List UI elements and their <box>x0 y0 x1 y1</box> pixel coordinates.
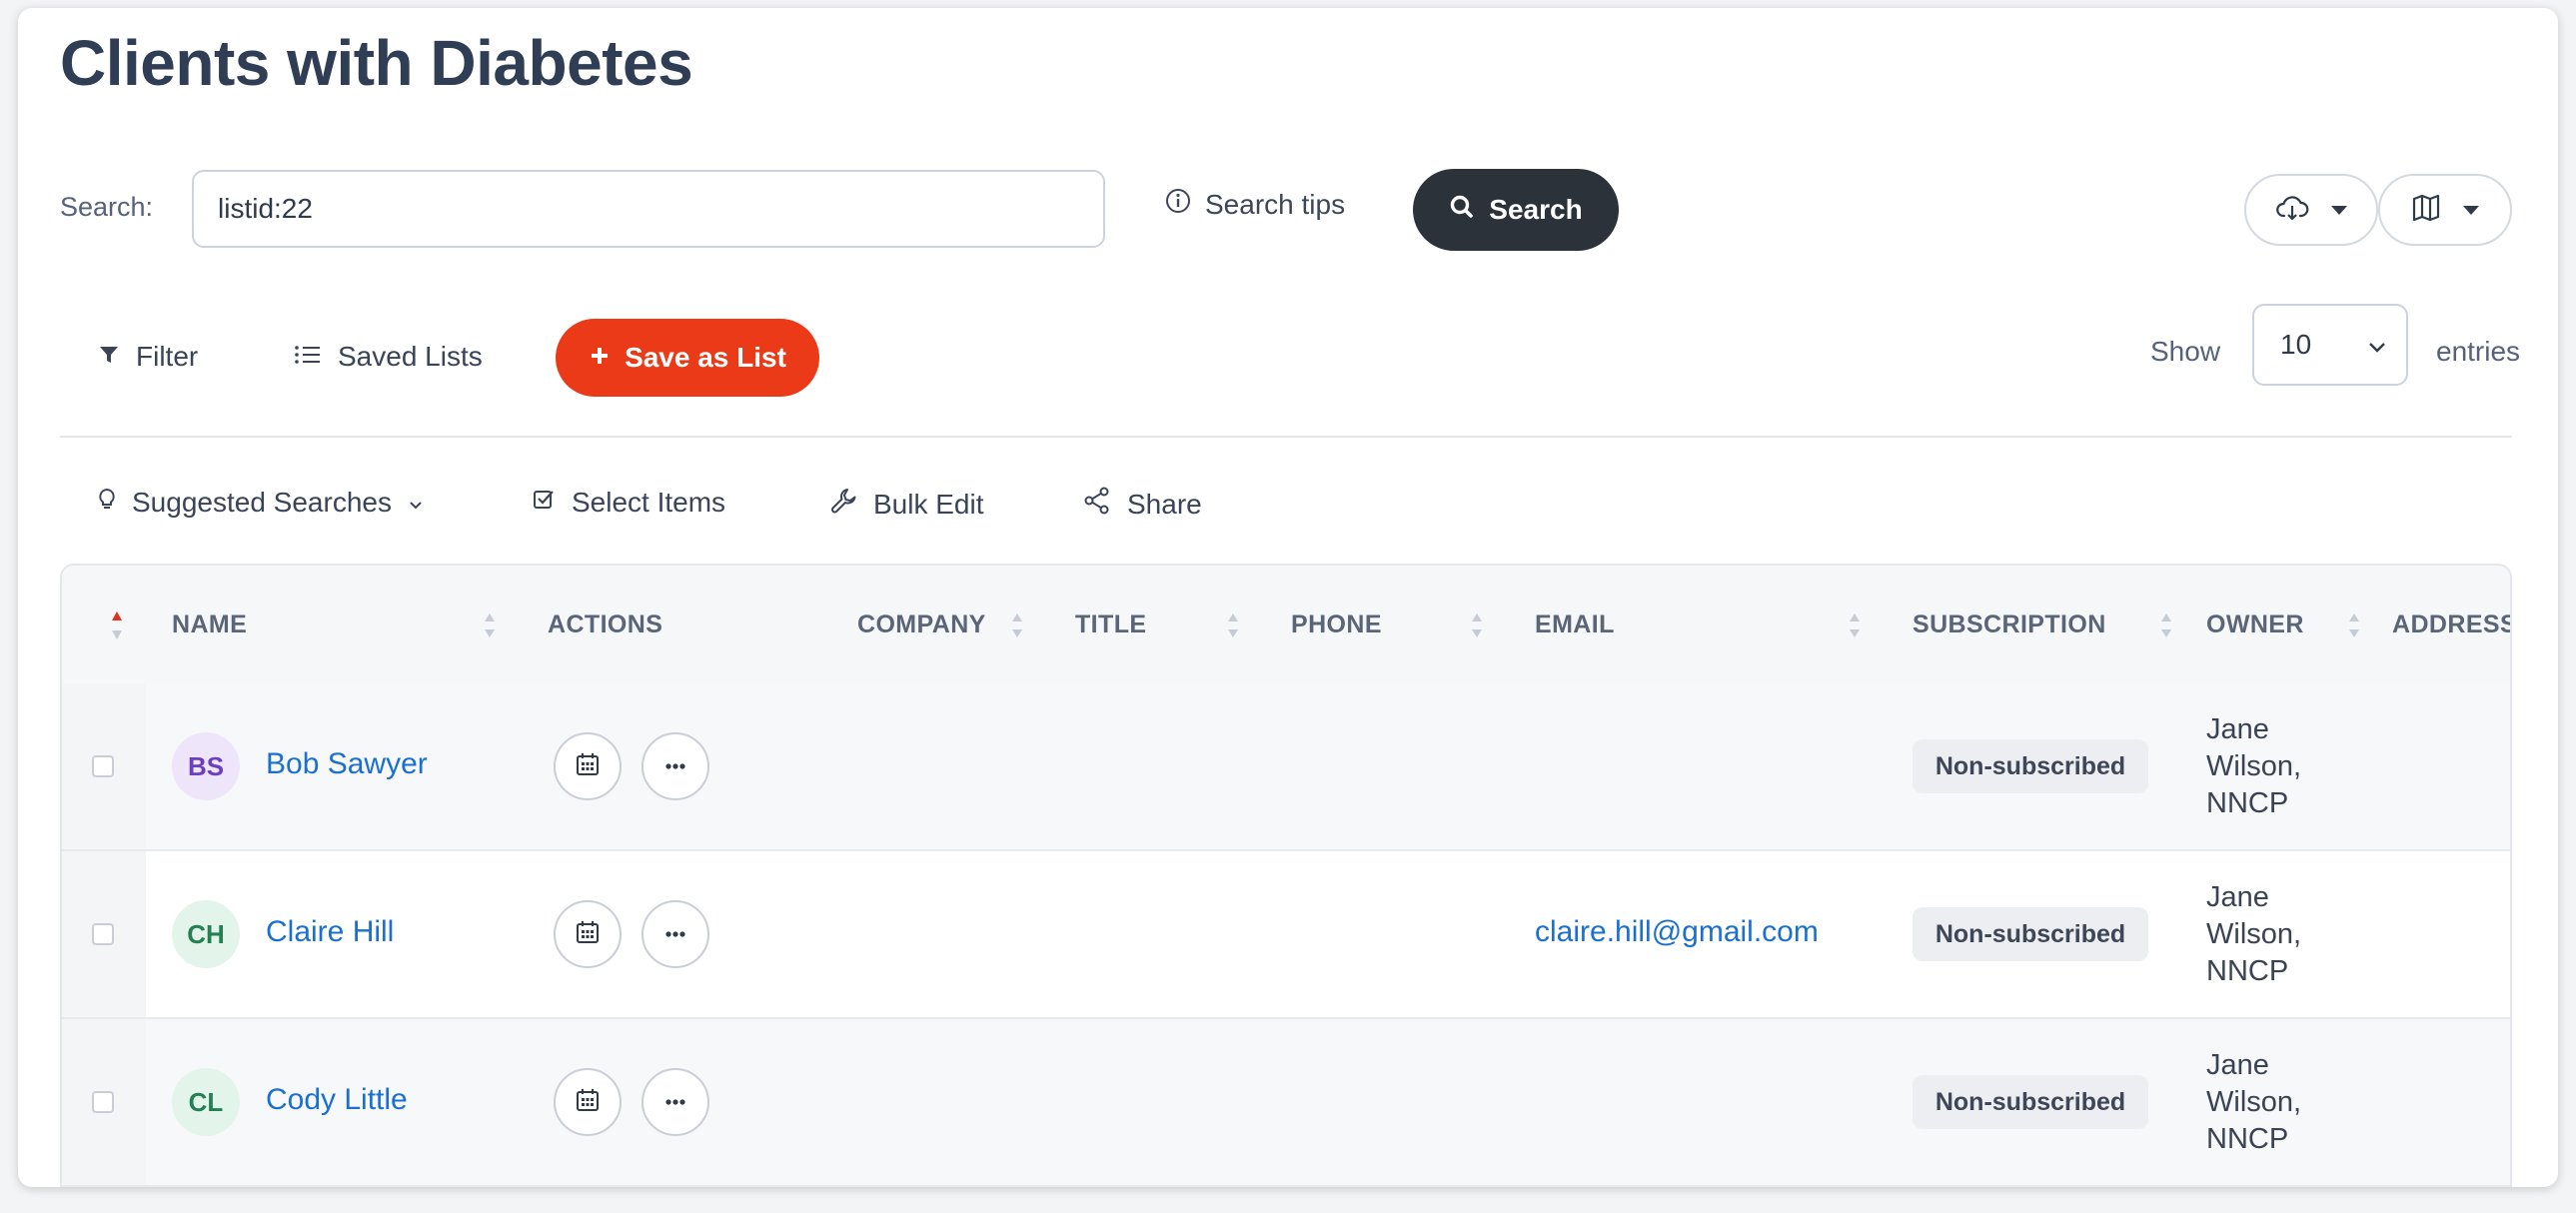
show-label: Show <box>2150 336 2221 367</box>
column-header-owner[interactable]: OWNER <box>2206 566 2304 683</box>
lightbulb-icon <box>98 487 116 519</box>
entries-per-page-select[interactable]: 10 <box>2252 304 2408 386</box>
search-button-label: Search <box>1489 194 1583 225</box>
table-row: CL Cody Little Non-subscribed Jane Wilso… <box>62 1019 2510 1187</box>
more-actions-button[interactable] <box>642 732 709 800</box>
map-view-dropdown[interactable] <box>2378 174 2512 246</box>
schedule-button[interactable] <box>554 900 622 968</box>
entries-value: 10 <box>2280 329 2312 360</box>
ellipsis-icon <box>664 925 686 943</box>
search-icon <box>1449 194 1475 227</box>
clients-table: NAME ACTIONS COMPANY TITLE PHONE EMAIL S… <box>60 564 2512 1187</box>
avatar: BS <box>172 732 240 800</box>
table-row: BS Bob Sawyer Non-subscribed Jane Wilson… <box>62 683 2510 851</box>
save-as-list-label: Save as List <box>625 342 786 373</box>
calendar-icon <box>575 751 601 782</box>
list-icon <box>294 341 322 373</box>
subscription-badge: Non-subscribed <box>1913 907 2148 961</box>
chevron-down-icon <box>2368 329 2386 361</box>
saved-lists-button[interactable]: Saved Lists <box>294 341 483 373</box>
avatar: CL <box>172 1068 240 1136</box>
export-dropdown[interactable] <box>2244 174 2378 246</box>
column-header-phone[interactable]: PHONE <box>1291 566 1382 683</box>
map-icon <box>2411 194 2441 227</box>
column-header-address[interactable]: ADDRESS <box>2392 566 2510 683</box>
share-button[interactable]: Share <box>1083 487 1202 522</box>
column-header-title[interactable]: TITLE <box>1075 566 1146 683</box>
save-as-list-button[interactable]: Save as List <box>556 319 819 397</box>
share-icon <box>1083 487 1111 522</box>
suggested-searches-dropdown[interactable]: Suggested Searches <box>98 487 424 519</box>
saved-lists-label: Saved Lists <box>338 341 483 372</box>
owner-cell: Jane Wilson, NNCP <box>2206 881 2302 987</box>
search-button[interactable]: Search <box>1413 169 1619 251</box>
owner-cell: Jane Wilson, NNCP <box>2206 713 2302 819</box>
toolbar-divider <box>60 436 2512 438</box>
sort-icon[interactable] <box>2160 610 2172 640</box>
search-tips-label: Search tips <box>1205 188 1346 220</box>
schedule-button[interactable] <box>554 1068 622 1136</box>
checkbox-checked-icon <box>532 487 556 519</box>
filter-button[interactable]: Filter <box>98 341 198 373</box>
sort-icon[interactable] <box>1227 610 1239 640</box>
schedule-button[interactable] <box>554 732 622 800</box>
client-email-link[interactable]: claire.hill@gmail.com <box>1535 915 1819 949</box>
owner-cell: Jane Wilson, NNCP <box>2206 1049 2302 1155</box>
client-name-link[interactable]: Bob Sawyer <box>266 747 428 781</box>
table-row: CH Claire Hill claire.hill@gmail.com Non… <box>62 851 2510 1019</box>
table-header: NAME ACTIONS COMPANY TITLE PHONE EMAIL S… <box>62 566 2510 685</box>
main-card: Clients with Diabetes Search: Search tip… <box>18 8 2558 1187</box>
sort-icon[interactable] <box>484 610 496 640</box>
select-items-label: Select Items <box>572 487 726 518</box>
sort-icon[interactable] <box>1849 610 1861 640</box>
search-input[interactable] <box>192 170 1105 248</box>
column-header-subscription[interactable]: SUBSCRIPTION <box>1913 566 2106 683</box>
bulk-edit-label: Bulk Edit <box>873 488 984 520</box>
page-title: Clients with Diabetes <box>60 27 693 99</box>
plus-icon <box>589 342 611 374</box>
column-header-actions: ACTIONS <box>548 609 663 638</box>
column-header-name[interactable]: NAME <box>172 566 247 683</box>
sort-icon[interactable] <box>2348 610 2360 640</box>
column-header-company[interactable]: COMPANY <box>857 566 986 683</box>
suggested-searches-label: Suggested Searches <box>132 487 392 518</box>
sort-icon[interactable] <box>1471 610 1483 640</box>
search-label: Search: <box>60 192 154 222</box>
wrench-icon <box>829 487 857 522</box>
row-checkbox[interactable] <box>92 923 114 945</box>
calendar-icon <box>575 919 601 950</box>
row-checkbox[interactable] <box>92 1091 114 1113</box>
select-items-button[interactable]: Select Items <box>532 487 725 519</box>
client-name-link[interactable]: Cody Little <box>266 1083 408 1117</box>
search-tips-link[interactable]: Search tips <box>1165 188 1345 221</box>
cloud-download-icon <box>2275 194 2309 227</box>
filter-label: Filter <box>136 341 199 372</box>
ellipsis-icon <box>664 757 686 775</box>
more-actions-button[interactable] <box>642 1068 709 1136</box>
chevron-down-icon <box>2463 205 2479 215</box>
sort-icon[interactable] <box>1011 610 1023 640</box>
ellipsis-icon <box>664 1093 686 1111</box>
row-checkbox[interactable] <box>92 755 114 777</box>
subscription-badge: Non-subscribed <box>1913 739 2148 793</box>
filter-icon <box>98 341 120 373</box>
subscription-badge: Non-subscribed <box>1913 1075 2148 1129</box>
column-header-email[interactable]: EMAIL <box>1535 566 1615 683</box>
calendar-icon <box>575 1087 601 1118</box>
client-name-link[interactable]: Claire Hill <box>266 915 394 949</box>
more-actions-button[interactable] <box>642 900 709 968</box>
chevron-down-icon <box>2331 205 2347 215</box>
chevron-down-icon <box>408 487 424 519</box>
share-label: Share <box>1127 488 1202 520</box>
info-icon <box>1165 188 1191 221</box>
entries-label: entries <box>2436 336 2521 367</box>
sort-indicator-icon[interactable] <box>110 609 124 646</box>
bulk-edit-button[interactable]: Bulk Edit <box>829 487 984 522</box>
avatar: CH <box>172 900 240 968</box>
